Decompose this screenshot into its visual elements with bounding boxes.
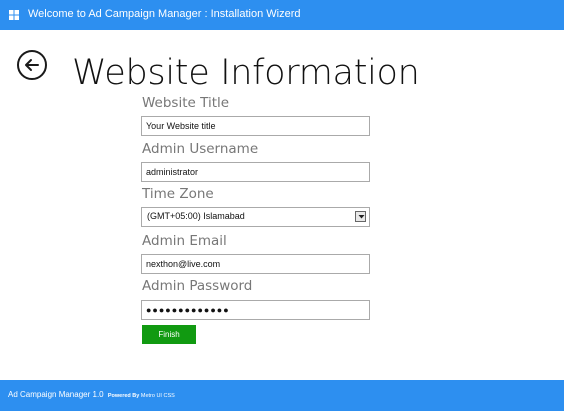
footer-app-name: Ad Campaign Manager 1.0 <box>8 390 104 399</box>
powered-by-prefix: Powered By <box>107 393 140 399</box>
powered-by: Powered By Metro UI CSS <box>108 393 175 399</box>
footer: Ad Campaign Manager 1.0 Powered By Metro… <box>0 380 564 411</box>
admin-password-input[interactable] <box>141 300 370 320</box>
finish-button[interactable]: Finish <box>142 325 196 344</box>
footer-text: Ad Campaign Manager 1.0 Powered By Metro… <box>8 390 175 399</box>
time-zone-select[interactable]: (GMT+05:00) Islamabad <box>141 207 370 227</box>
time-zone-label: Time Zone <box>142 186 214 202</box>
back-button[interactable] <box>17 50 47 80</box>
chevron-down-icon[interactable] <box>355 211 366 222</box>
admin-password-label: Admin Password <box>142 278 253 294</box>
website-title-input[interactable] <box>141 116 370 136</box>
title-bar: Welcome to Ad Campaign Manager : Install… <box>0 0 564 30</box>
admin-username-input[interactable] <box>141 162 370 182</box>
time-zone-selected-value: (GMT+05:00) Islamabad <box>147 211 245 221</box>
admin-username-label: Admin Username <box>142 141 259 157</box>
website-title-label: Website Title <box>142 95 230 111</box>
admin-email-label: Admin Email <box>142 233 227 249</box>
window-title: Welcome to Ad Campaign Manager : Install… <box>28 8 301 20</box>
windows-logo-icon <box>9 10 19 20</box>
back-arrow-icon <box>25 59 39 71</box>
powered-by-link[interactable]: Metro UI CSS <box>141 393 175 399</box>
admin-email-input[interactable] <box>141 254 370 274</box>
page-title: Website Information <box>72 53 420 93</box>
